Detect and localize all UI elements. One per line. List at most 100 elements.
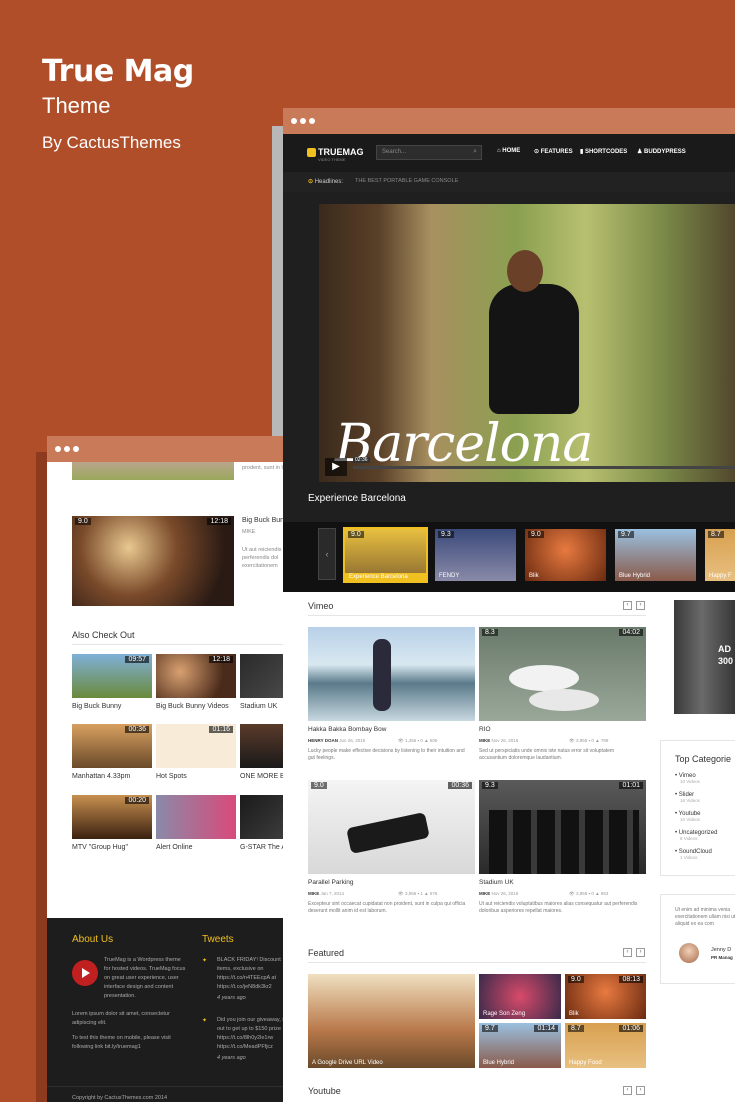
author[interactable]: MIKE <box>479 738 490 743</box>
video-progress-bar[interactable] <box>353 466 735 469</box>
likes: 863 <box>600 891 609 896</box>
site-logo[interactable]: TRUEMAG VIDEO THEME <box>307 147 364 162</box>
score-badge: 9.0 <box>528 531 544 538</box>
carousel-prev-button[interactable]: ‹ <box>318 528 336 580</box>
video-title[interactable]: Hot Spots <box>156 773 187 780</box>
prev-arrow-button[interactable]: ‹ <box>623 601 632 610</box>
play-logo-icon <box>72 960 98 986</box>
search-icon[interactable]: ⌕ <box>473 148 477 156</box>
carousel-title: FENDY <box>439 573 460 579</box>
duration-badge: 12:18 <box>207 518 231 525</box>
video-title[interactable]: Big Buck Bunny Videos <box>156 703 229 710</box>
headline-text[interactable]: THE BEST PORTABLE GAME CONSOLE <box>355 178 458 184</box>
main-browser-window: TRUEMAG VIDEO THEME Search... ⌕ ⌂ HOME ⊙… <box>283 108 735 1102</box>
category-item[interactable]: • SoundCloud 1 Videos <box>675 849 712 860</box>
video-thumbnail[interactable] <box>308 627 475 721</box>
video-thumbnail[interactable]: 00:20 <box>72 795 152 839</box>
testimonial-name: Jenny D <box>711 947 732 953</box>
video-thumbnail[interactable] <box>156 795 236 839</box>
category-item[interactable]: • Vimeo 10 Videos <box>675 773 700 784</box>
duration-badge: 00:20 <box>125 797 149 804</box>
nav-shortcodes[interactable]: ▮ SHORTCODES <box>580 148 627 155</box>
video-title[interactable]: MTV "Group Hug" <box>72 844 128 851</box>
featured-title: Rage Son Zeng <box>483 1011 526 1017</box>
swan-shape <box>509 665 579 691</box>
video-thumbnail[interactable]: 01:16 <box>156 724 236 768</box>
video-title[interactable]: G-STAR The A <box>240 844 286 851</box>
video-stats: 👁 3,956 ▪ 1 ▲ 576 <box>398 891 438 896</box>
nav-buddypress[interactable]: ♟ BUDDYPRESS <box>637 148 686 155</box>
video-thumbnail[interactable]: 9.0 12:18 <box>72 516 234 606</box>
video-title[interactable]: Hakka Bakka Bombay Bow <box>308 726 386 733</box>
category-item[interactable]: • Uncategorized 8 Videos <box>675 830 717 841</box>
main-page: TRUEMAG VIDEO THEME Search... ⌕ ⌂ HOME ⊙… <box>283 134 735 1102</box>
featured-item[interactable]: 8.7 01:06 Happy Food <box>565 1023 646 1068</box>
brand-title: True Mag <box>42 54 194 89</box>
video-thumbnail[interactable]: 00:36 <box>72 724 152 768</box>
video-desc: Sed ut perspiciatis unde omnis iste natu… <box>479 748 615 761</box>
next-arrow-button[interactable]: › <box>636 948 645 957</box>
prev-arrow-button[interactable]: ‹ <box>623 1086 632 1095</box>
carousel-item[interactable]: 9.0 Blik <box>525 529 606 581</box>
brand-subtitle: Theme <box>42 93 111 118</box>
video-thumbnail[interactable]: 09:57 <box>72 654 152 698</box>
video-title[interactable]: Parallel Parking <box>308 879 354 886</box>
tweet-text[interactable]: Did you join our giveaway, if out to get… <box>217 1016 287 1052</box>
tweet-text[interactable]: BLACK FRIDAY! Discount items, exclusive … <box>217 956 287 992</box>
video-stats: 👁 3,956 ▪ 0 ▲ 863 <box>569 891 609 896</box>
search-input[interactable]: Search... ⌕ <box>376 145 482 160</box>
video-thumbnail[interactable]: 9.0 00:36 <box>308 780 475 874</box>
author[interactable]: MIKE <box>479 891 490 896</box>
video-title[interactable]: Big Buck Bunn <box>242 517 288 524</box>
category-item[interactable]: • Youtube 10 Videos <box>675 811 700 822</box>
twitter-icon: ✦ <box>202 958 208 964</box>
video-meta: HENRY DOAN Jun 26, 2015 <box>308 738 365 743</box>
carousel-item[interactable]: 9.7 Blue Hybrid <box>615 529 696 581</box>
video-thumbnail[interactable]: 8.3 04:02 <box>479 627 646 721</box>
category-item[interactable]: • Slider 16 Videos <box>675 792 700 803</box>
video-title[interactable]: RIO <box>479 726 491 733</box>
video-title[interactable]: Manhattan 4.33pm <box>72 773 130 780</box>
video-figure <box>373 639 391 711</box>
video-thumbnail[interactable]: 9.3 01:01 <box>479 780 646 874</box>
carousel-title: Blik <box>529 573 539 579</box>
featured-item[interactable]: Rage Son Zeng <box>479 974 561 1019</box>
divider <box>308 615 646 616</box>
score-badge: 9.7 <box>618 531 634 538</box>
video-caption[interactable]: Experience Barcelona <box>308 493 406 504</box>
score-badge: 9.3 <box>482 782 498 789</box>
carousel-item[interactable]: 9.3 FENDY <box>435 529 516 581</box>
video-title[interactable]: Stadium UK <box>479 879 514 886</box>
ad-text: 300 <box>718 656 734 666</box>
logo-subtext: VIDEO THEME <box>318 157 346 163</box>
video-player[interactable]: Barcelona ▶ 02:36 <box>319 204 735 482</box>
featured-item[interactable]: 9.0 08:13 Blik <box>565 974 646 1019</box>
carousel-item[interactable]: 8.7 Happy F <box>705 529 735 581</box>
author[interactable]: HENRY DOAN <box>308 738 338 743</box>
nav-features[interactable]: ⊙ FEATURES <box>534 148 573 155</box>
play-button[interactable]: ▶ <box>325 458 347 476</box>
ad-banner[interactable]: AD 300 <box>674 600 735 714</box>
nav-home[interactable]: ⌂ HOME <box>497 148 520 154</box>
carousel-item[interactable]: 9.0 Experience Barcelona <box>343 527 428 583</box>
next-arrow-button[interactable]: › <box>636 601 645 610</box>
tweet-time: 4 years ago <box>217 1055 246 1061</box>
prev-arrow-button[interactable]: ‹ <box>623 948 632 957</box>
duration-badge: 00:36 <box>448 782 472 789</box>
video-title[interactable]: ONE MORE BE <box>240 773 289 780</box>
nav-label: SHORTCODES <box>584 149 628 155</box>
headline-label: ⊙ Headlines: <box>308 179 344 185</box>
author[interactable]: MIKE <box>308 891 319 896</box>
featured-item[interactable]: 9.7 01:14 Blue Hybrid <box>479 1023 561 1068</box>
video-title[interactable]: Big Buck Bunny <box>72 703 121 710</box>
duration-badge: 01:14 <box>534 1025 558 1032</box>
logo-text: TRUEMAG <box>318 147 364 157</box>
featured-title: Blik <box>569 1011 579 1017</box>
next-arrow-button[interactable]: › <box>636 1086 645 1095</box>
video-thumbnail[interactable] <box>72 462 234 480</box>
video-thumbnail[interactable]: 12:18 <box>156 654 236 698</box>
top-categories-widget: Top Categorie • Vimeo 10 Videos • Slider 1… <box>660 740 735 876</box>
video-title[interactable]: Alert Online <box>156 844 193 851</box>
video-title[interactable]: Stadium UK <box>240 703 277 710</box>
featured-item[interactable]: A Google Drive URL Video <box>308 974 475 1068</box>
